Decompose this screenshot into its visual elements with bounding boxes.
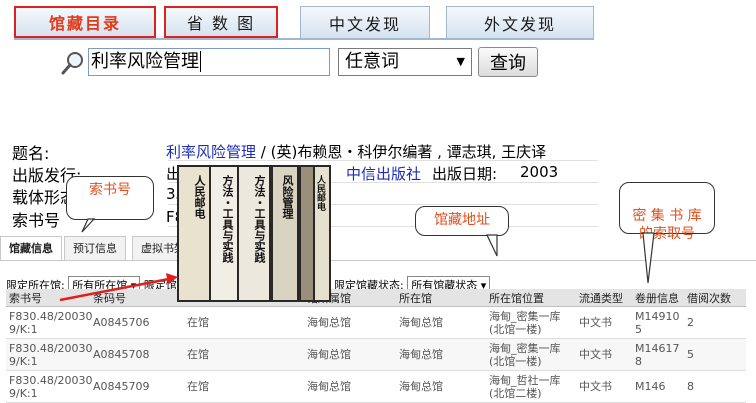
callout-pointer — [642, 232, 655, 284]
annotation-overlay — [59, 218, 655, 302]
callout-pointer — [81, 218, 96, 233]
red-arrow-head — [166, 273, 178, 284]
red-arrow — [59, 276, 175, 302]
callout-pointer — [486, 234, 498, 257]
